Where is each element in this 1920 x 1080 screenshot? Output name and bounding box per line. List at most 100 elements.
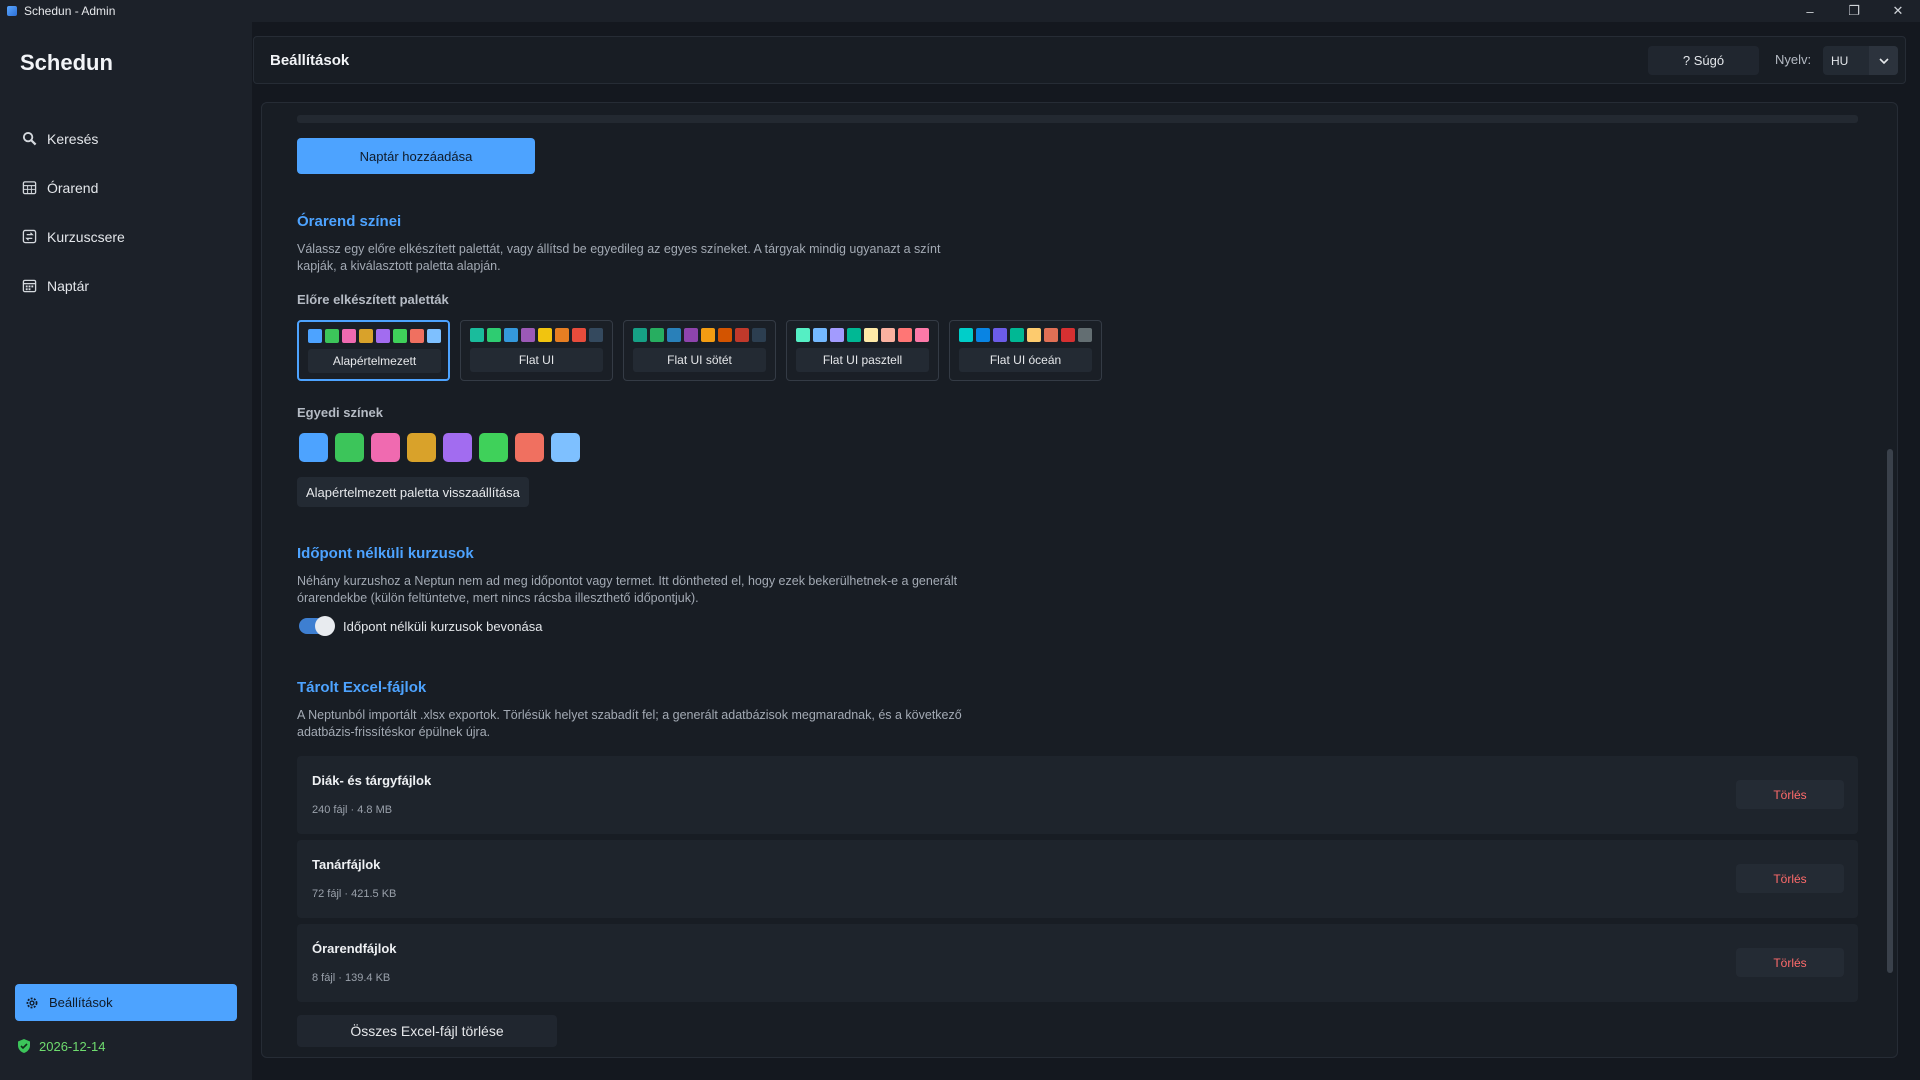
palette-color-swatch xyxy=(1061,328,1075,342)
sidebar-item-course-swap[interactable]: Kurzuscsere xyxy=(0,212,252,261)
palette-color-swatch xyxy=(915,328,929,342)
palette-color-swatch xyxy=(1044,328,1058,342)
palette-color-swatch xyxy=(830,328,844,342)
palette-swatches xyxy=(796,328,929,342)
calendar-list-strip xyxy=(297,115,1858,123)
sidebar-item-label: Órarend xyxy=(47,179,99,196)
custom-colors-label: Egyedi színek xyxy=(297,405,383,420)
palette-color-swatch xyxy=(308,329,322,343)
palette-color-swatch xyxy=(376,329,390,343)
palette-color-swatch xyxy=(521,328,535,342)
palette-color-swatch xyxy=(410,329,424,343)
sidebar-item-label: Keresés xyxy=(47,130,99,147)
palette-color-swatch xyxy=(796,328,810,342)
section-title-colors: Órarend színei xyxy=(297,213,402,230)
language-select[interactable]: HU xyxy=(1823,46,1898,75)
section-description-excel: A Neptunból importált .xlsx exportok. Tö… xyxy=(297,708,962,739)
license-date: 2026-12-14 xyxy=(39,1038,106,1054)
reset-palette-button[interactable]: Alapértelmezett paletta visszaállítása xyxy=(297,477,529,507)
help-button[interactable]: ? Súgó xyxy=(1648,46,1759,75)
palette-color-swatch xyxy=(504,328,518,342)
swap-icon xyxy=(21,229,37,245)
palette-name: Flat UI sötét xyxy=(633,348,766,372)
palette-swatches xyxy=(633,328,766,342)
shield-check-icon xyxy=(16,1038,32,1054)
page-title: Beállítások xyxy=(270,51,350,69)
file-group-meta: 72 fájl · 421.5 KB xyxy=(312,888,397,900)
palette-color-swatch xyxy=(959,328,973,342)
sidebar-item-search[interactable]: Keresés xyxy=(0,114,252,163)
restore-button[interactable]: ❐ xyxy=(1832,0,1876,22)
sidebar: Schedun Keresés Órarend Kurzuscsere Napt… xyxy=(0,22,252,1080)
toggle-knob xyxy=(315,616,335,636)
palette-color-swatch xyxy=(718,328,732,342)
palette-card-flat-ui-dark[interactable]: Flat UI sötét xyxy=(623,320,776,381)
delete-all-excel-button[interactable]: Összes Excel-fájl törlése xyxy=(297,1015,557,1047)
delete-button[interactable]: Törlés xyxy=(1736,948,1844,977)
palette-card-flat-ui-ocean[interactable]: Flat UI óceán xyxy=(949,320,1102,381)
palettes-label: Előre elkészített paletták xyxy=(297,292,449,307)
custom-color-swatch[interactable] xyxy=(371,433,400,462)
sidebar-item-label: Naptár xyxy=(47,277,90,294)
sidebar-item-label: Beállítások xyxy=(49,995,113,1010)
sidebar-item-label: Kurzuscsere xyxy=(47,228,125,245)
palette-card-default[interactable]: Alapértelmezett xyxy=(297,320,450,381)
custom-color-swatch[interactable] xyxy=(299,433,328,462)
brand-title: Schedun xyxy=(20,50,113,75)
palette-color-swatch xyxy=(976,328,990,342)
section-title-excel: Tárolt Excel-fájlok xyxy=(297,679,427,696)
sidebar-nav: Keresés Órarend Kurzuscsere Naptár xyxy=(0,114,252,310)
palette-color-swatch xyxy=(650,328,664,342)
palette-color-swatch xyxy=(572,328,586,342)
section-description-untimed: Néhány kurzushoz a Neptun nem ad meg idő… xyxy=(297,574,958,605)
palette-color-swatch xyxy=(667,328,681,342)
palette-color-swatch xyxy=(864,328,878,342)
custom-color-swatch[interactable] xyxy=(443,433,472,462)
palette-name: Flat UI óceán xyxy=(959,348,1092,372)
delete-button[interactable]: Törlés xyxy=(1736,780,1844,809)
palette-color-swatch xyxy=(752,328,766,342)
license-status: 2026-12-14 xyxy=(16,1038,106,1054)
custom-color-swatch[interactable] xyxy=(479,433,508,462)
palette-color-swatch xyxy=(1010,328,1024,342)
palette-name: Alapértelmezett xyxy=(308,349,441,373)
file-group-meta: 8 fájl · 139.4 KB xyxy=(312,972,391,984)
untimed-courses-toggle[interactable] xyxy=(299,616,335,636)
custom-color-swatch[interactable] xyxy=(551,433,580,462)
sidebar-item-settings[interactable]: Beállítások xyxy=(15,984,237,1021)
palette-color-swatch xyxy=(325,329,339,343)
file-group-card: Órarendfájlok 8 fájl · 139.4 KB Törlés xyxy=(297,924,1858,1002)
language-label: Nyelv: xyxy=(1775,52,1812,67)
palette-card-flat-ui-pastel[interactable]: Flat UI pasztell xyxy=(786,320,939,381)
file-group-card: Diák- és tárgyfájlok 240 fájl · 4.8 MB T… xyxy=(297,756,1858,834)
custom-color-swatch[interactable] xyxy=(515,433,544,462)
custom-color-swatch[interactable] xyxy=(335,433,364,462)
palette-color-swatch xyxy=(633,328,647,342)
chevron-down-icon[interactable] xyxy=(1869,46,1898,75)
palette-color-swatch xyxy=(342,329,356,343)
palette-name: Flat UI pasztell xyxy=(796,348,929,372)
calendar-icon xyxy=(21,278,37,294)
add-calendar-button[interactable]: Naptár hozzáadása xyxy=(297,138,535,174)
palette-color-swatch xyxy=(898,328,912,342)
section-description-colors: Válassz egy előre elkészített palettát, … xyxy=(297,242,941,273)
file-group-meta: 240 fájl · 4.8 MB xyxy=(312,804,393,816)
palette-swatches xyxy=(308,329,441,343)
file-group-name: Órarendfájlok xyxy=(312,941,397,956)
vertical-scrollbar[interactable] xyxy=(1887,449,1893,973)
file-group-name: Diák- és tárgyfájlok xyxy=(312,773,432,788)
sidebar-item-timetable[interactable]: Órarend xyxy=(0,163,252,212)
settings-panel: Naptár hozzáadása Órarend színei Válassz… xyxy=(261,102,1898,1058)
custom-color-swatch[interactable] xyxy=(407,433,436,462)
language-value: HU xyxy=(1831,53,1849,68)
file-group-name: Tanárfájlok xyxy=(312,857,381,872)
palette-color-swatch xyxy=(470,328,484,342)
delete-button[interactable]: Törlés xyxy=(1736,864,1844,893)
palette-color-swatch xyxy=(487,328,501,342)
close-button[interactable]: ✕ xyxy=(1876,0,1920,22)
palette-color-swatch xyxy=(359,329,373,343)
palette-card-flat-ui[interactable]: Flat UI xyxy=(460,320,613,381)
sidebar-item-calendar[interactable]: Naptár xyxy=(0,261,252,310)
app-logo-icon xyxy=(7,6,17,16)
minimize-button[interactable]: – xyxy=(1788,0,1832,22)
